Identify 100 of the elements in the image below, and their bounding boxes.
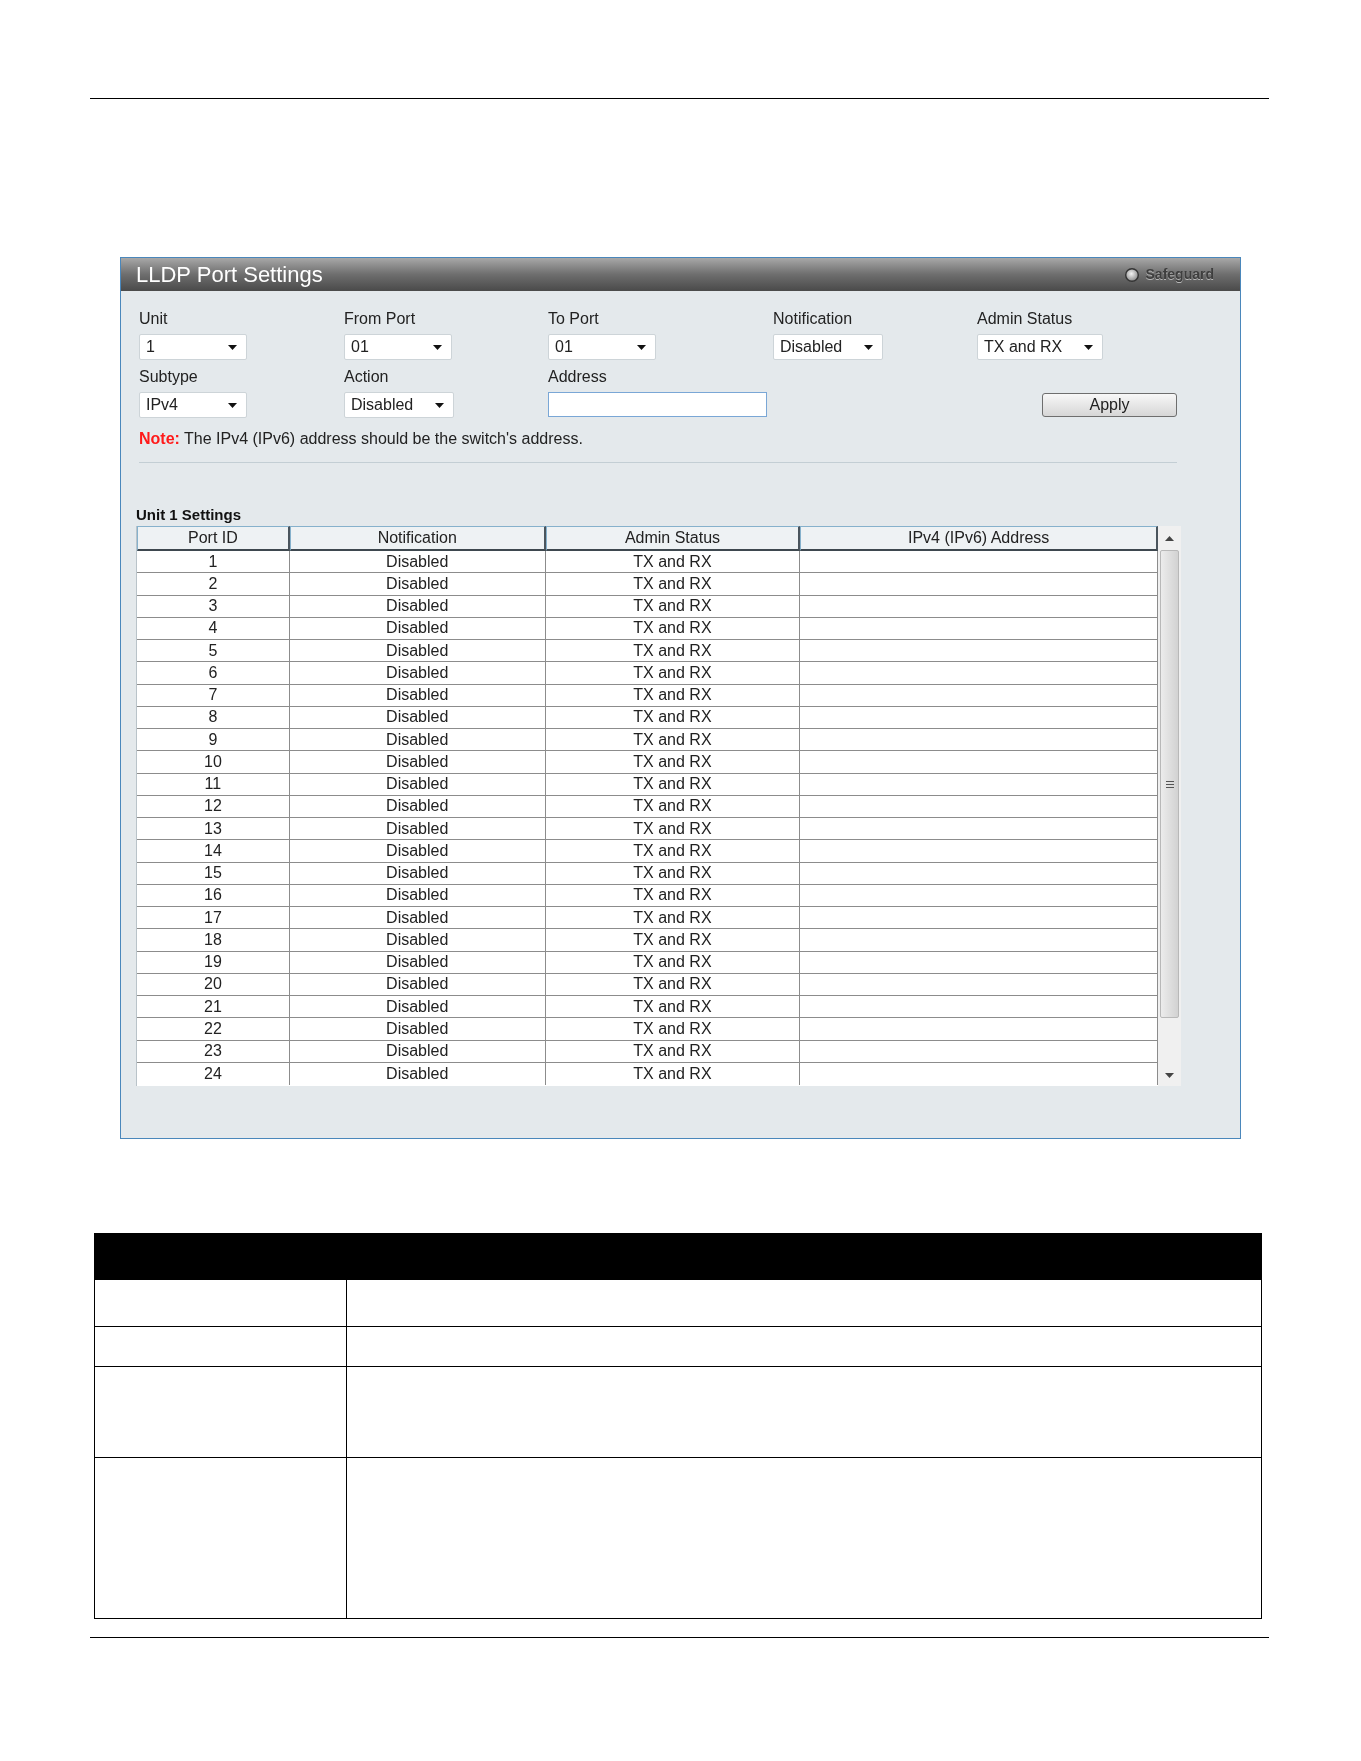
caret-icon xyxy=(1084,344,1094,350)
caret-icon xyxy=(864,344,874,350)
table-cell: Disabled xyxy=(289,862,546,884)
field-label: Subtype xyxy=(139,368,198,386)
table-cell: Disabled xyxy=(289,818,546,840)
table-cell: Disabled xyxy=(289,973,546,995)
table-cell: Disabled xyxy=(289,595,546,617)
table-cell: TX and RX xyxy=(545,773,801,795)
table-cell: TX and RX xyxy=(545,973,801,995)
caret-icon xyxy=(435,402,445,408)
table-cell: 4 xyxy=(137,617,290,639)
table-cell: Disabled xyxy=(289,795,546,817)
field-label: From Port xyxy=(344,310,416,328)
dropdown[interactable]: Disabled xyxy=(344,392,455,418)
table-cell: TX and RX xyxy=(545,617,801,639)
table-cell: Disabled xyxy=(289,951,546,973)
caret-icon xyxy=(228,344,237,350)
table-cell: 20 xyxy=(137,973,290,995)
field-label: Address xyxy=(548,368,607,386)
table-cell: TX and RX xyxy=(545,1062,801,1085)
dropdown[interactable]: 1 xyxy=(139,334,247,360)
table-cell: 13 xyxy=(137,818,290,840)
dropdown[interactable]: 01 xyxy=(344,334,452,360)
table-cell: 21 xyxy=(137,996,290,1018)
table-cell: TX and RX xyxy=(545,729,801,751)
safeguard-label: Safeguard xyxy=(1145,265,1214,284)
table-cell: TX and RX xyxy=(545,751,801,773)
table-cell: 7 xyxy=(137,684,290,706)
table-cell: 23 xyxy=(137,1040,290,1062)
table-cell: Disabled xyxy=(289,1040,546,1062)
table-cell: 11 xyxy=(137,773,290,795)
caret-icon xyxy=(228,402,237,408)
table-cell: TX and RX xyxy=(545,818,801,840)
table-cell: 22 xyxy=(137,1018,290,1040)
column-header[interactable]: IPv4 (IPv6) Address xyxy=(800,526,1158,551)
table-cell: TX and RX xyxy=(545,862,801,884)
table-cell: 5 xyxy=(137,640,290,662)
column-header[interactable]: Notification xyxy=(289,526,546,551)
field-label: Admin Status xyxy=(977,310,1073,328)
table-cell: Disabled xyxy=(289,1062,546,1085)
table-cell: 10 xyxy=(137,751,290,773)
table-cell: Disabled xyxy=(289,929,546,951)
table-cell: 24 xyxy=(137,1062,290,1085)
table-cell: 3 xyxy=(137,595,290,617)
field-label: Unit xyxy=(139,310,168,328)
table-cell: 6 xyxy=(137,662,290,684)
table-cell: Disabled xyxy=(289,640,546,662)
table-cell: Disabled xyxy=(289,840,546,862)
scroll-down-icon[interactable] xyxy=(1165,1072,1174,1078)
dropdown[interactable]: TX and RX xyxy=(977,334,1104,360)
caret-icon xyxy=(637,344,646,350)
dropdown[interactable]: IPv4 xyxy=(139,392,247,418)
table-cell: Disabled xyxy=(289,662,546,684)
table-cell: TX and RX xyxy=(545,551,801,573)
table-title: Unit 1 Settings xyxy=(136,506,241,524)
table-cell: TX and RX xyxy=(545,640,801,662)
column-header[interactable]: Admin Status xyxy=(545,526,801,551)
dropdown[interactable]: Disabled xyxy=(773,334,884,360)
table-cell: 9 xyxy=(137,729,290,751)
table-cell: 19 xyxy=(137,951,290,973)
dropdown[interactable]: 01 xyxy=(548,334,656,360)
table-cell: Disabled xyxy=(289,773,546,795)
table-cell: Disabled xyxy=(289,551,546,573)
table-cell: TX and RX xyxy=(545,951,801,973)
table-cell: Disabled xyxy=(289,729,546,751)
table-cell: TX and RX xyxy=(545,684,801,706)
table-cell: TX and RX xyxy=(545,706,801,728)
table-cell: Disabled xyxy=(289,573,546,595)
table-cell: 14 xyxy=(137,840,290,862)
table-cell: TX and RX xyxy=(545,662,801,684)
scroll-up-icon[interactable] xyxy=(1165,535,1174,541)
table-cell: 8 xyxy=(137,706,290,728)
indicator-light-icon xyxy=(1124,267,1139,282)
table-cell: 15 xyxy=(137,862,290,884)
table-cell: 1 xyxy=(137,551,290,573)
apply-button[interactable]: Apply xyxy=(1042,393,1177,417)
table-cell: Disabled xyxy=(289,1018,546,1040)
column-header[interactable]: Port ID xyxy=(137,526,290,551)
table-cell: TX and RX xyxy=(545,1040,801,1062)
table-cell: 16 xyxy=(137,884,290,906)
field-label: Notification xyxy=(773,310,853,328)
table-cell: TX and RX xyxy=(545,573,801,595)
table-cell: Disabled xyxy=(289,684,546,706)
table-cell: TX and RX xyxy=(545,840,801,862)
table-cell: Disabled xyxy=(289,907,546,929)
address-input[interactable] xyxy=(548,392,767,417)
caret-icon xyxy=(433,344,442,350)
grip-icon xyxy=(1165,780,1174,788)
table-cell: 2 xyxy=(137,573,290,595)
table-cell: Disabled xyxy=(289,617,546,639)
field-label: Action xyxy=(344,368,389,386)
scrollbar-thumb[interactable] xyxy=(1160,550,1179,1018)
table-cell: Disabled xyxy=(289,884,546,906)
field-label: To Port xyxy=(548,310,599,328)
table-cell: TX and RX xyxy=(545,595,801,617)
table-cell: Disabled xyxy=(289,706,546,728)
table-cell: TX and RX xyxy=(545,907,801,929)
panel-title: LLDP Port Settings xyxy=(136,261,323,288)
table-cell: TX and RX xyxy=(545,884,801,906)
table-cell: 12 xyxy=(137,795,290,817)
